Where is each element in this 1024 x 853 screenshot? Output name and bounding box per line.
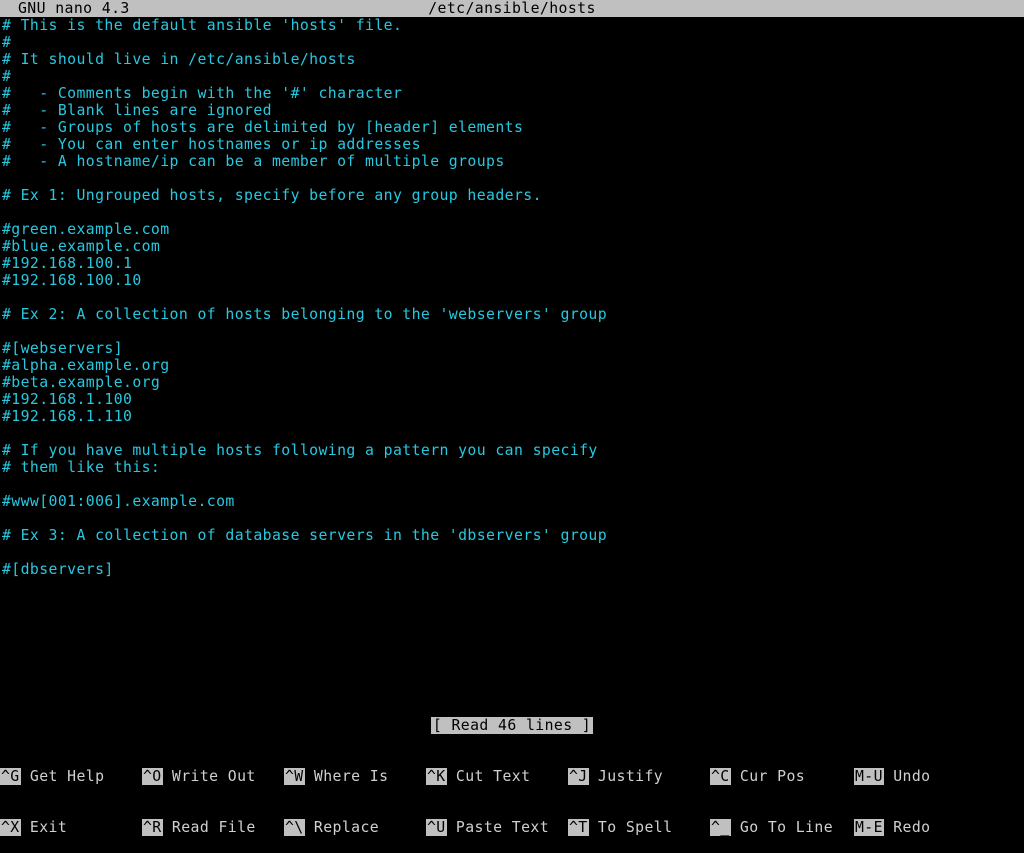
editor-line[interactable]: #192.168.1.100 (2, 391, 1024, 408)
shortcut-key: M-E (854, 819, 884, 836)
shortcut-item[interactable]: ^G Get Help (0, 768, 142, 785)
editor-line[interactable]: # It should live in /etc/ansible/hosts (2, 51, 1024, 68)
shortcut-item[interactable]: ^\ Replace (284, 819, 426, 836)
file-path: /etc/ansible/hosts (0, 0, 1024, 17)
shortcut-label: Justify (589, 768, 691, 785)
shortcut-item[interactable]: ^C Cur Pos (710, 768, 854, 785)
editor-line[interactable]: # - Comments begin with the '#' characte… (2, 85, 1024, 102)
shortcut-key: ^_ (710, 819, 731, 836)
editor-line[interactable]: #192.168.100.1 (2, 255, 1024, 272)
shortcut-bar: ^G Get Help ^O Write Out ^W Where Is ^K … (0, 734, 1024, 768)
editor-line[interactable]: # If you have multiple hosts following a… (2, 442, 1024, 459)
shortcut-label: Paste Text (447, 819, 549, 836)
status-message: [ Read 46 lines ] (431, 717, 593, 734)
editor-line[interactable]: #192.168.1.110 (2, 408, 1024, 425)
shortcut-key: ^R (142, 819, 163, 836)
shortcut-key: ^W (284, 768, 305, 785)
shortcut-item[interactable]: ^R Read File (142, 819, 284, 836)
shortcut-item[interactable]: ^_ Go To Line (710, 819, 854, 836)
editor-line[interactable]: # - Blank lines are ignored (2, 102, 1024, 119)
shortcut-key: ^J (568, 768, 589, 785)
editor-line[interactable]: # - Groups of hosts are delimited by [he… (2, 119, 1024, 136)
editor-line[interactable]: # them like this: (2, 459, 1024, 476)
shortcut-label: Where Is (305, 768, 407, 785)
shortcut-item[interactable]: ^J Justify (568, 768, 710, 785)
shortcut-label: To Spell (589, 819, 691, 836)
editor-line[interactable] (2, 323, 1024, 340)
shortcut-label: Write Out (163, 768, 265, 785)
editor-line[interactable]: #alpha.example.org (2, 357, 1024, 374)
editor-line[interactable]: #[webservers] (2, 340, 1024, 357)
shortcut-key: ^O (142, 768, 163, 785)
editor-line[interactable]: #green.example.com (2, 221, 1024, 238)
shortcut-item[interactable]: ^U Paste Text (426, 819, 568, 836)
editor-line[interactable] (2, 204, 1024, 221)
editor-line[interactable]: #www[001:006].example.com (2, 493, 1024, 510)
editor-line[interactable] (2, 425, 1024, 442)
editor-line[interactable]: #192.168.100.10 (2, 272, 1024, 289)
editor-line[interactable] (2, 289, 1024, 306)
shortcut-key: ^C (710, 768, 731, 785)
shortcut-label: Exit (21, 819, 123, 836)
shortcut-item[interactable]: ^T To Spell (568, 819, 710, 836)
shortcut-row-2: ^X Exit ^R Read File ^\ Replace ^U Paste… (0, 819, 1024, 836)
editor-line[interactable] (2, 510, 1024, 527)
editor-line[interactable]: # This is the default ansible 'hosts' fi… (2, 17, 1024, 34)
shortcut-item[interactable]: M-E Redo (854, 819, 954, 836)
shortcut-label: Replace (305, 819, 407, 836)
editor-content[interactable]: # This is the default ansible 'hosts' fi… (0, 17, 1024, 578)
editor-line[interactable]: #blue.example.com (2, 238, 1024, 255)
shortcut-label: Cut Text (447, 768, 549, 785)
shortcut-key: M-U (854, 768, 884, 785)
shortcut-label: Go To Line (731, 819, 833, 836)
status-bar: [ Read 46 lines ] (0, 717, 1024, 734)
shortcut-key: ^T (568, 819, 589, 836)
shortcut-item[interactable]: ^O Write Out (142, 768, 284, 785)
editor-line[interactable] (2, 476, 1024, 493)
editor-line[interactable]: # (2, 68, 1024, 85)
shortcut-label: Read File (163, 819, 265, 836)
editor-line[interactable]: # (2, 34, 1024, 51)
editor-line[interactable]: # Ex 3: A collection of database servers… (2, 527, 1024, 544)
shortcut-label: Undo (884, 768, 931, 785)
shortcut-item[interactable]: ^K Cut Text (426, 768, 568, 785)
editor-line[interactable]: # - You can enter hostnames or ip addres… (2, 136, 1024, 153)
editor-line[interactable] (2, 170, 1024, 187)
shortcut-key: ^U (426, 819, 447, 836)
editor-line[interactable]: # Ex 1: Ungrouped hosts, specify before … (2, 187, 1024, 204)
shortcut-label: Get Help (21, 768, 123, 785)
editor-line[interactable]: #[dbservers] (2, 561, 1024, 578)
shortcut-key: ^X (0, 819, 21, 836)
shortcut-key: ^\ (284, 819, 305, 836)
shortcut-item[interactable]: ^W Where Is (284, 768, 426, 785)
shortcut-key: ^G (0, 768, 21, 785)
app-name: GNU nano 4.3 (0, 0, 130, 17)
shortcut-item[interactable]: M-U Undo (854, 768, 954, 785)
editor-line[interactable] (2, 544, 1024, 561)
shortcut-item[interactable]: ^X Exit (0, 819, 142, 836)
shortcut-label: Redo (884, 819, 931, 836)
editor-line[interactable]: #beta.example.org (2, 374, 1024, 391)
shortcut-key: ^K (426, 768, 447, 785)
title-bar: /etc/ansible/hosts GNU nano 4.3 (0, 0, 1024, 17)
shortcut-label: Cur Pos (731, 768, 833, 785)
editor-line[interactable]: # Ex 2: A collection of hosts belonging … (2, 306, 1024, 323)
shortcut-row-1: ^G Get Help ^O Write Out ^W Where Is ^K … (0, 768, 1024, 785)
editor-line[interactable]: # - A hostname/ip can be a member of mul… (2, 153, 1024, 170)
